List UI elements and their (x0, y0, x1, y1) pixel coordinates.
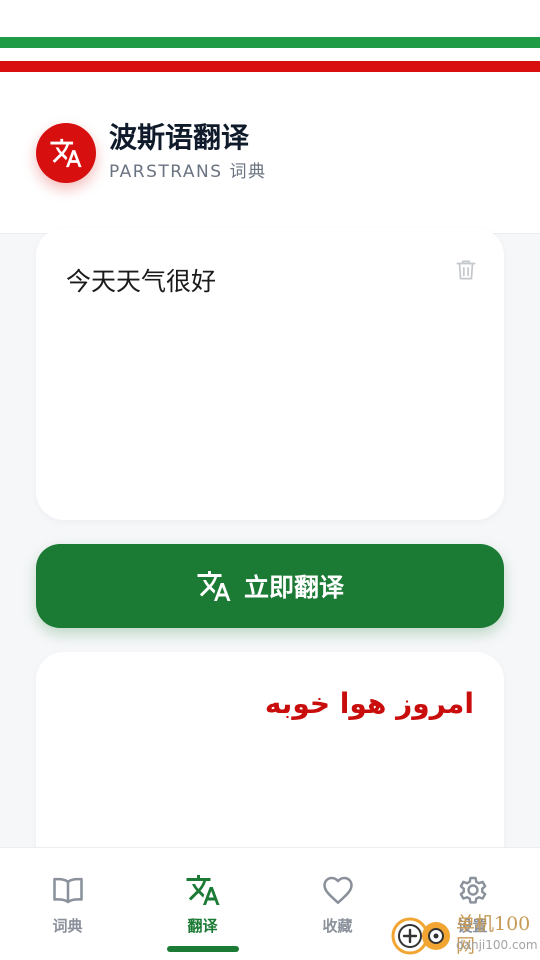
translate-icon (50, 138, 82, 168)
heart-icon (322, 876, 353, 905)
gear-icon (459, 876, 486, 904)
translate-icon (186, 875, 219, 905)
clear-input-button[interactable] (452, 256, 480, 284)
book-icon (52, 877, 83, 904)
trash-icon (456, 260, 476, 280)
nav-active-indicator (167, 946, 239, 952)
watermark-url: danji100.com (456, 938, 538, 952)
input-text[interactable]: 今天天气很好 (66, 266, 216, 298)
nav-item-translate[interactable]: 翻译 (135, 848, 270, 960)
watermark-logo-icon (391, 917, 450, 955)
translate-button-label: 立即翻译 (243, 573, 344, 602)
app-header: 波斯语翻译 PARSTRANS 词典 (0, 0, 540, 234)
nav-label-dictionary: 词典 (52, 917, 83, 935)
output-text: امروز هوا خوبه (264, 687, 474, 720)
watermark: 单机100网 danji100.com (390, 908, 540, 958)
nav-item-favorites[interactable]: 收藏 (270, 848, 405, 960)
app-logo (36, 123, 96, 183)
app-title: 波斯语翻译 (109, 121, 250, 154)
nav-label-favorites: 收藏 (322, 917, 353, 935)
nav-item-dictionary[interactable]: 词典 (0, 848, 135, 960)
flag-stripe-red (0, 61, 540, 72)
app-subtitle: PARSTRANS 词典 (109, 162, 267, 182)
translate-icon (197, 571, 231, 601)
flag-stripe-green (0, 37, 540, 48)
nav-label-translate: 翻译 (187, 917, 218, 935)
translate-button[interactable]: 立即翻译 (36, 544, 504, 628)
input-card[interactable]: 今天天气很好 (36, 228, 504, 520)
